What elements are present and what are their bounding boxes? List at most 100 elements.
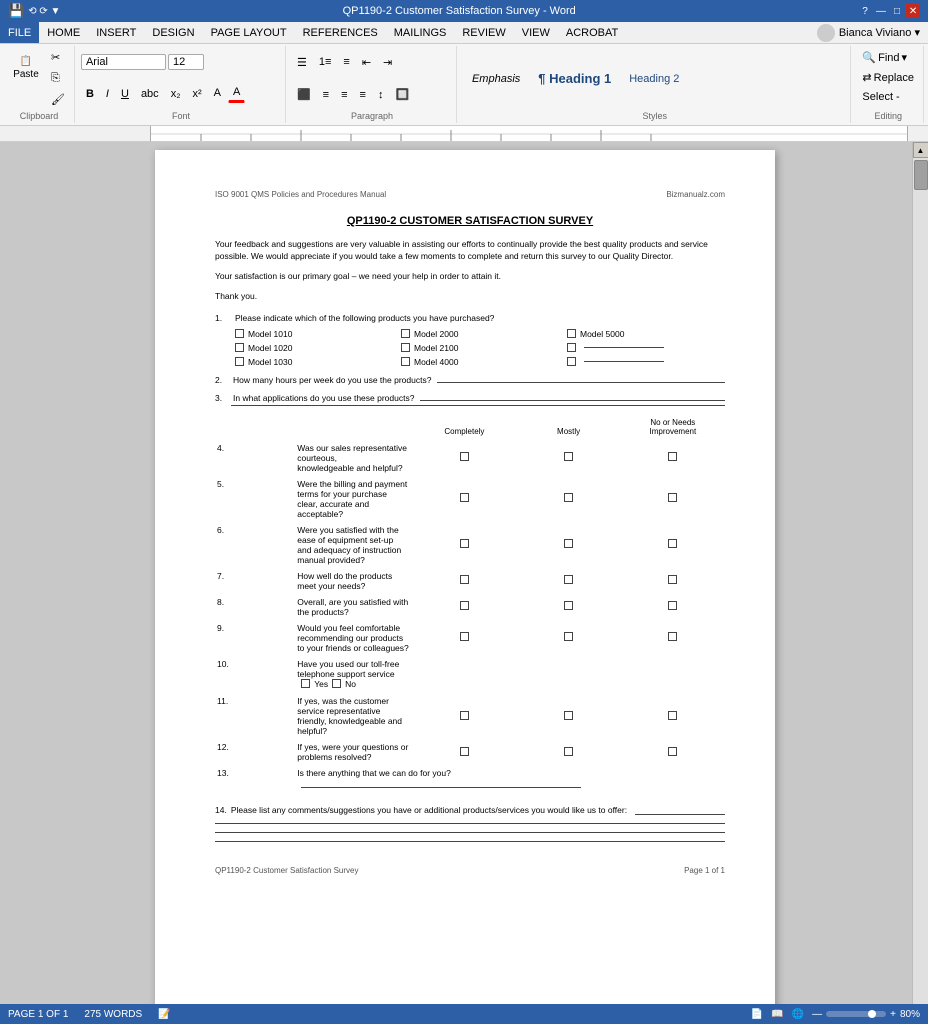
close-button[interactable]: ✕ [906, 4, 920, 18]
q11-check1[interactable] [460, 711, 469, 720]
minimize-button[interactable]: — [874, 4, 888, 18]
q14-line3 [215, 832, 725, 833]
menu-file[interactable]: FILE [0, 22, 39, 43]
font-size-input[interactable] [168, 54, 204, 70]
q8-check1[interactable] [460, 601, 469, 610]
table-row: 7. How well do the products meet your ne… [215, 568, 725, 594]
header-left: ISO 9001 QMS Policies and Procedures Man… [215, 190, 386, 199]
align-center-button[interactable]: ≡ [318, 85, 334, 104]
menu-references[interactable]: REFERENCES [295, 22, 386, 43]
q6-check2[interactable] [564, 539, 573, 548]
q7-check3[interactable] [668, 575, 677, 584]
strikethrough-button[interactable]: abc [136, 85, 164, 103]
q7-check2[interactable] [564, 575, 573, 584]
q5-check3[interactable] [668, 493, 677, 502]
model-1020: Model 1020 [235, 343, 393, 353]
multilevel-button[interactable]: ≡ [338, 53, 354, 72]
justify-button[interactable]: ≡ [355, 85, 371, 104]
q9-check3[interactable] [668, 632, 677, 641]
menu-home[interactable]: HOME [39, 22, 88, 43]
decrease-indent-button[interactable]: ⇤ [357, 53, 376, 72]
model-4000-check[interactable] [401, 357, 410, 366]
style-heading1[interactable]: ¶ Heading 1 [531, 68, 618, 89]
find-button[interactable]: 🔍 Find ▾ [857, 48, 912, 67]
subscript-button[interactable]: x₂ [166, 85, 186, 103]
numbering-button[interactable]: 1≡ [314, 53, 337, 72]
font-name-input[interactable] [81, 54, 166, 70]
menu-acrobat[interactable]: ACROBAT [558, 22, 626, 43]
q5-check1[interactable] [460, 493, 469, 502]
q9-check2[interactable] [564, 632, 573, 641]
q12-check1[interactable] [460, 747, 469, 756]
menu-design[interactable]: DESIGN [144, 22, 202, 43]
model-1010-check[interactable] [235, 329, 244, 338]
shading-button[interactable]: 🔲 [390, 85, 414, 104]
bold-button[interactable]: B [81, 85, 99, 103]
scroll-thumb[interactable] [914, 160, 928, 190]
increase-indent-button[interactable]: ⇥ [378, 53, 397, 72]
format-painter-button[interactable]: 🖌 [46, 90, 70, 109]
align-right-button[interactable]: ≡ [336, 85, 352, 104]
paste-button[interactable]: 📋 Paste [8, 53, 44, 105]
q4-check1[interactable] [460, 452, 469, 461]
menu-view[interactable]: VIEW [514, 22, 558, 43]
help-button[interactable]: ? [858, 4, 872, 18]
model-5000-check[interactable] [567, 329, 576, 338]
replace-label: Replace [874, 72, 914, 84]
select-button[interactable]: Select - [857, 88, 904, 106]
model-1010: Model 1010 [235, 329, 393, 339]
q9-check1[interactable] [460, 632, 469, 641]
q4-check2[interactable] [564, 452, 573, 461]
copy-button[interactable]: ⎘ [46, 69, 70, 88]
q6-check3[interactable] [668, 539, 677, 548]
cut-button[interactable]: ✂ [46, 48, 70, 67]
q8-check2[interactable] [564, 601, 573, 610]
superscript-button[interactable]: x² [187, 85, 206, 103]
replace-button[interactable]: ⇄ Replace [857, 68, 919, 87]
maximize-button[interactable]: □ [890, 4, 904, 18]
q12-check3[interactable] [668, 747, 677, 756]
menu-page-layout[interactable]: PAGE LAYOUT [203, 22, 295, 43]
zoom-out-button[interactable]: — [812, 1009, 822, 1020]
menu-review[interactable]: REVIEW [454, 22, 513, 43]
line-spacing-button[interactable]: ↕ [373, 85, 389, 104]
view-print-icon[interactable]: 📄 [751, 1009, 763, 1020]
zoom-slider[interactable] [826, 1011, 886, 1017]
italic-button[interactable]: I [101, 85, 114, 103]
view-read-icon[interactable]: 📖 [771, 1009, 783, 1020]
style-emphasis[interactable]: Emphasis [465, 70, 527, 88]
model-1030-check[interactable] [235, 357, 244, 366]
q8-check3[interactable] [668, 601, 677, 610]
q4-check3[interactable] [668, 452, 677, 461]
menu-mailings[interactable]: MAILINGS [386, 22, 455, 43]
q5-check2[interactable] [564, 493, 573, 502]
model-blank2-check[interactable] [567, 357, 576, 366]
style-heading2[interactable]: Heading 2 [622, 70, 686, 88]
bullets-button[interactable]: ☰ [292, 53, 312, 72]
underline-button[interactable]: U [116, 85, 134, 103]
q12-check2[interactable] [564, 747, 573, 756]
model-blank1-check[interactable] [567, 343, 576, 352]
model-2000-check[interactable] [401, 329, 410, 338]
q8-num: 8. [215, 594, 297, 620]
q6-check1[interactable] [460, 539, 469, 548]
zoom-in-button[interactable]: + [890, 1009, 896, 1020]
header-right: Bizmanualz.com [666, 190, 725, 199]
proofing-icon: 📝 [158, 1009, 170, 1020]
scroll-up-button[interactable]: ▲ [913, 142, 928, 158]
q7-check1[interactable] [460, 575, 469, 584]
q11-check2[interactable] [564, 711, 573, 720]
align-left-button[interactable]: ⬛ [292, 85, 316, 104]
table-row: 5. Were the billing and payment terms fo… [215, 476, 725, 522]
font-color-button[interactable]: A [228, 83, 245, 103]
q10-yes-check[interactable] [301, 679, 310, 688]
menu-insert[interactable]: INSERT [88, 22, 144, 43]
q10-no-check[interactable] [332, 679, 341, 688]
clipboard-label: Clipboard [8, 111, 70, 121]
model-1020-check[interactable] [235, 343, 244, 352]
q11-check3[interactable] [668, 711, 677, 720]
model-2100-check[interactable] [401, 343, 410, 352]
text-highlight-button[interactable]: A [209, 84, 226, 102]
table-row: 12. If yes, were your questions or probl… [215, 739, 725, 765]
view-web-icon[interactable]: 🌐 [792, 1009, 804, 1020]
